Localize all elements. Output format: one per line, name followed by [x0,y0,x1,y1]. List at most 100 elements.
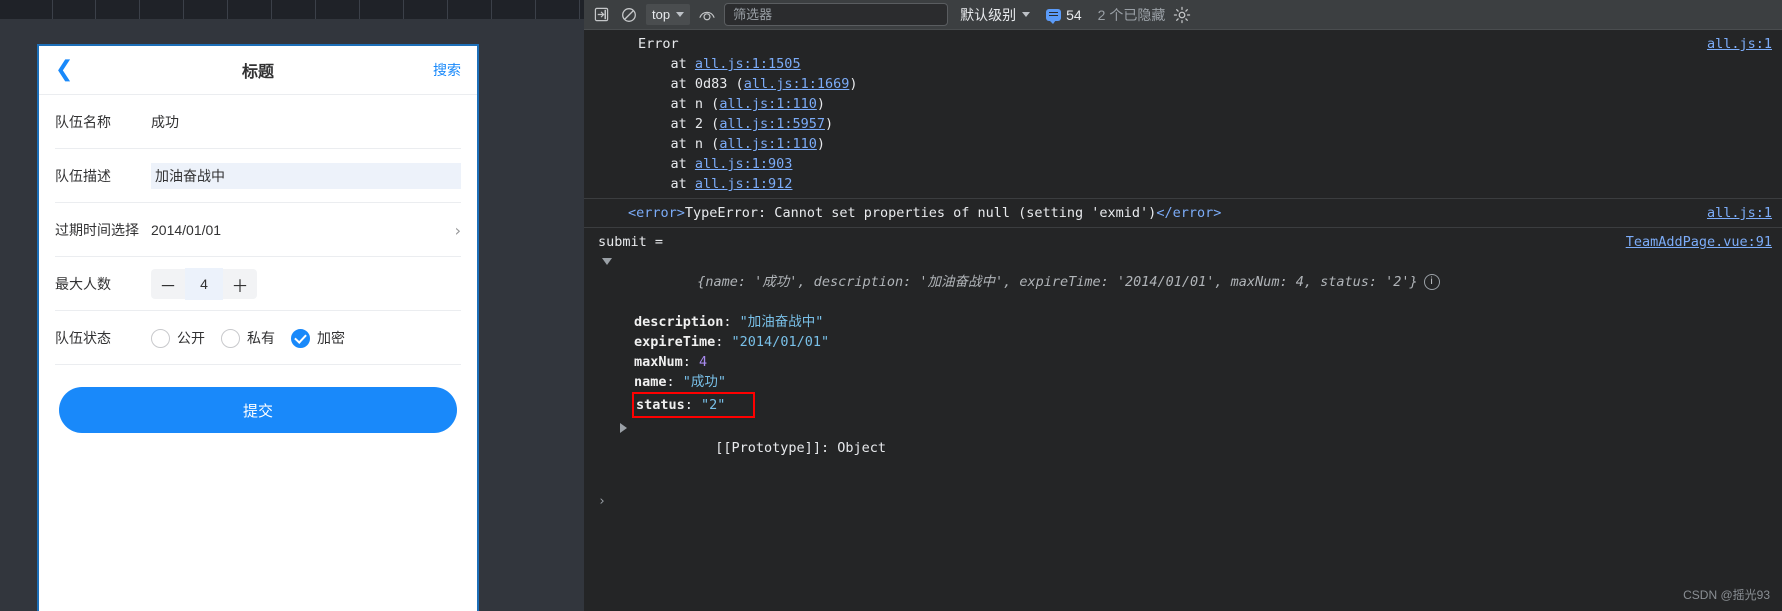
console-toolbar: top 默认级别 54 2 个已隐藏 [584,0,1782,30]
object-property: expireTime: "2014/01/01" [634,334,830,350]
console-message-error-text: all.js:1 <error>TypeError: Cannot set pr… [584,199,1782,228]
source-link[interactable]: all.js:1 [1707,203,1772,223]
stack-frame: at n (all.js:1:110) [670,96,825,112]
property-key: maxNum [634,354,683,370]
clear-console-icon[interactable] [618,4,640,26]
prototype-label: [[Prototype]]: Object [715,440,886,456]
mobile-page: ❮ 标题 搜索 队伍名称 成功 队伍描述 过期时间选择 2014/01/01 › [37,44,479,611]
property-value: "2014/01/01" [731,334,830,350]
source-link[interactable]: TeamAddPage.vue:91 [1626,232,1772,252]
console-filter-input[interactable] [731,6,942,23]
object-preview: {name: '成功', description: '加油奋战中', expir… [697,274,1418,290]
property-value: 4 [699,354,708,370]
watermark: CSDN @摇光93 [1683,588,1770,602]
field-team-description: 队伍描述 [39,149,477,203]
chevron-down-icon [1022,12,1031,17]
stack-link[interactable]: all.js:1:1669 [744,76,850,92]
stack-frame: at 2 (all.js:1:5957) [670,116,834,132]
object-label: submit = [598,234,672,250]
stack-link[interactable]: all.js:1:912 [695,176,793,192]
stack-frame: at 0d83 (all.js:1:1669) [670,76,858,92]
screenshot-root: ❮ 标题 搜索 队伍名称 成功 队伍描述 过期时间选择 2014/01/01 › [0,0,1782,611]
chevron-down-icon [676,12,685,17]
radio-label: 加密 [317,330,345,346]
object-property: name: "成功" [634,374,727,390]
property-key: description [634,314,724,330]
stack-frame: at all.js:1:1505 [670,56,801,72]
console-message-list[interactable]: all.js:1 Error at all.js:1:1505 at 0d83 … [584,30,1782,611]
disclosure-triangle-closed-icon[interactable] [620,423,627,433]
device-emulation-pane: ❮ 标题 搜索 队伍名称 成功 队伍描述 过期时间选择 2014/01/01 › [0,0,584,611]
console-filter-box[interactable] [724,3,949,26]
expire-time-value: 2014/01/01 [151,222,222,238]
field-label: 队伍描述 [55,168,111,184]
object-property: description: "加油奋战中" [634,314,824,330]
radio-circle-icon [221,328,240,348]
stepper-minus-button[interactable]: － [151,269,185,299]
radio-check-icon [291,328,310,348]
field-label: 最大人数 [55,276,111,292]
hidden-messages-label[interactable]: 2 个已隐藏 [1098,5,1166,25]
property-key: expireTime [634,334,716,350]
console-prompt-row[interactable]: › [584,492,1782,522]
search-link[interactable]: 搜索 [433,60,461,80]
radio-label: 公开 [177,330,205,346]
stack-link[interactable]: all.js:1:5957 [719,116,825,132]
submit-area: 提交 [39,365,477,433]
info-icon[interactable]: i [1423,274,1440,290]
field-expire-time[interactable]: 过期时间选择 2014/01/01 › [39,203,477,257]
stack-link[interactable]: all.js:1:1505 [695,56,801,72]
enter-frame-icon[interactable] [590,4,612,26]
stack-frame: at n (all.js:1:110) [670,136,825,152]
property-value: "2" [701,397,726,413]
console-message-object: TeamAddPage.vue:91 submit = {name: '成功',… [584,228,1782,482]
radio-private[interactable]: 私有 [221,328,275,348]
issues-counter[interactable]: 54 [1046,6,1082,24]
error-message-text: TypeError: Cannot set properties of null… [684,205,1157,221]
stack-link[interactable]: all.js:1:110 [719,136,817,152]
chevron-right-icon: › [454,220,461,240]
field-max-num: 最大人数 － ＋ [39,257,477,311]
radio-public[interactable]: 公开 [151,328,205,348]
field-label: 队伍状态 [55,330,111,346]
issues-count-label: 54 [1066,6,1082,23]
error-close-tag: </error> [1156,205,1222,221]
log-level-selector[interactable]: 默认级别 [960,5,1031,25]
radio-label: 私有 [247,330,275,346]
max-num-stepper: － ＋ [151,268,461,300]
mobile-navbar: ❮ 标题 搜索 [39,46,477,95]
submit-button[interactable]: 提交 [59,387,457,433]
error-title: Error [638,36,679,52]
live-expression-icon[interactable] [696,4,718,26]
property-key: name [634,374,667,390]
source-link[interactable]: all.js:1 [1707,34,1772,54]
chevron-left-icon[interactable]: ❮ [55,59,73,81]
field-label: 队伍名称 [55,114,111,130]
annotation-box: status: "2" [632,392,756,418]
error-open-tag: <error> [628,205,685,221]
disclosure-triangle-open-icon[interactable] [602,258,612,265]
radio-encrypted[interactable]: 加密 [291,328,345,348]
gear-icon[interactable] [1171,4,1193,26]
field-team-status: 队伍状态 公开 私有 加密 [39,311,477,365]
stack-link[interactable]: all.js:1:110 [719,96,817,112]
property-value: "成功" [682,374,727,390]
console-message-error-stack: all.js:1 Error at all.js:1:1505 at 0d83 … [584,30,1782,199]
stepper-plus-button[interactable]: ＋ [223,269,257,299]
context-selector-label: top [652,7,671,22]
stack-frame: at all.js:1:912 [670,176,793,192]
stack-link[interactable]: all.js:1:903 [695,156,793,172]
field-team-name: 队伍名称 成功 [39,95,477,149]
context-selector[interactable]: top [646,4,691,25]
property-key: status [636,397,685,413]
stepper-value-input[interactable] [185,268,223,300]
object-property: maxNum: 4 [634,354,708,370]
team-description-input[interactable] [151,163,461,189]
team-name-value[interactable]: 成功 [151,112,461,132]
device-ruler [0,0,584,19]
prompt-caret-icon: › [598,494,606,509]
field-label: 过期时间选择 [55,222,139,238]
log-level-label: 默认级别 [960,6,1017,23]
object-property-highlighted: status: "2" [598,392,1774,418]
object-prototype-row[interactable]: [[Prototype]]: Object [598,418,1774,478]
